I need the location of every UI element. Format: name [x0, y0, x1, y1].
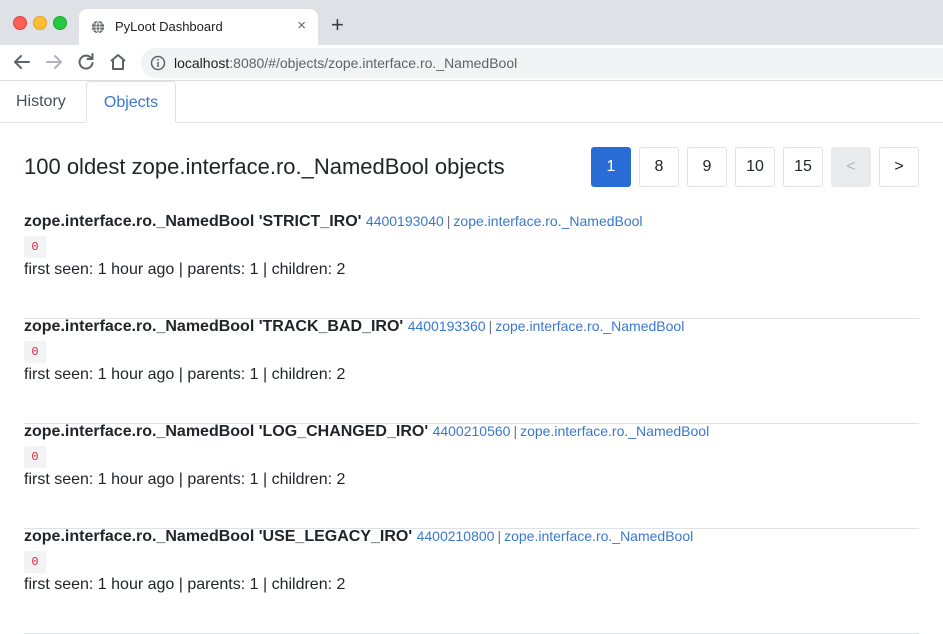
reload-icon[interactable] [75, 51, 97, 73]
window-zoom-button[interactable] [53, 16, 67, 30]
browser-tabstrip: PyLoot Dashboard × + [0, 0, 943, 46]
object-name: zope.interface.ro._NamedBool 'USE_LEGACY… [24, 528, 413, 545]
object-meta: first seen: 1 hour ago | parents: 1 | ch… [24, 366, 346, 383]
page-button-1[interactable]: 1 [591, 147, 631, 187]
page-button-10[interactable]: 10 [735, 147, 775, 187]
page-button-8[interactable]: 8 [639, 147, 679, 187]
close-tab-icon[interactable]: × [297, 18, 306, 34]
object-list-item: zope.interface.ro._NamedBool 'TRACK_BAD_… [24, 318, 919, 424]
object-name: zope.interface.ro._NamedBool 'TRACK_BAD_… [24, 318, 404, 335]
status-badge: 0 [24, 236, 46, 258]
back-arrow-icon[interactable] [11, 51, 33, 73]
object-header: zope.interface.ro._NamedBool 'TRACK_BAD_… [24, 318, 684, 336]
url-text[interactable]: localhost:8080/#/objects/zope.interface.… [174, 55, 517, 71]
forward-arrow-icon[interactable] [43, 51, 65, 73]
page-button-9[interactable]: 9 [687, 147, 727, 187]
url-host: localhost [174, 55, 230, 71]
window-close-button[interactable] [13, 16, 27, 30]
object-name: zope.interface.ro._NamedBool 'STRICT_IRO… [24, 213, 362, 230]
separator: | [497, 528, 502, 544]
previous-page-button[interactable]: < [831, 147, 871, 187]
object-type-link[interactable]: zope.interface.ro._NamedBool [495, 318, 684, 334]
home-icon[interactable] [107, 51, 129, 73]
object-meta: first seen: 1 hour ago | parents: 1 | ch… [24, 261, 346, 278]
object-header: zope.interface.ro._NamedBool 'USE_LEGACY… [24, 528, 693, 546]
app-tab-bar: History Objects [0, 81, 943, 123]
object-id-link[interactable]: 4400210800 [417, 528, 495, 544]
status-badge: 0 [24, 341, 46, 363]
separator: | [488, 318, 493, 334]
object-list-item: zope.interface.ro._NamedBool 'USE_LEGACY… [24, 528, 919, 634]
globe-icon [91, 20, 105, 34]
object-type-link[interactable]: zope.interface.ro._NamedBool [453, 213, 642, 229]
object-meta: first seen: 1 hour ago | parents: 1 | ch… [24, 576, 346, 593]
browser-toolbar: localhost:8080/#/objects/zope.interface.… [0, 45, 943, 81]
info-icon[interactable] [150, 55, 166, 71]
url-path: :8080/#/objects/zope.interface.ro._Named… [229, 55, 518, 71]
status-badge: 0 [24, 446, 46, 468]
status-badge: 0 [24, 551, 46, 573]
page-button-15[interactable]: 15 [783, 147, 823, 187]
object-list-item: zope.interface.ro._NamedBool 'LOG_CHANGE… [24, 423, 919, 529]
object-meta: first seen: 1 hour ago | parents: 1 | ch… [24, 471, 346, 488]
separator: | [446, 213, 451, 229]
address-bar[interactable]: localhost:8080/#/objects/zope.interface.… [141, 48, 943, 78]
tab-history[interactable]: History [0, 81, 82, 122]
browser-tab[interactable]: PyLoot Dashboard × [79, 9, 318, 45]
object-id-link[interactable]: 4400193360 [408, 318, 486, 334]
browser-tab-title: PyLoot Dashboard [115, 19, 223, 34]
object-list-item: zope.interface.ro._NamedBool 'STRICT_IRO… [24, 213, 919, 319]
window-minimize-button[interactable] [33, 16, 47, 30]
tab-objects[interactable]: Objects [86, 81, 176, 123]
separator: | [513, 423, 518, 439]
page-title: 100 oldest zope.interface.ro._NamedBool … [24, 154, 505, 179]
object-header: zope.interface.ro._NamedBool 'LOG_CHANGE… [24, 423, 709, 441]
next-page-button[interactable]: > [879, 147, 919, 187]
object-id-link[interactable]: 4400193040 [366, 213, 444, 229]
object-id-link[interactable]: 4400210560 [433, 423, 511, 439]
new-tab-button[interactable]: + [331, 14, 344, 36]
object-type-link[interactable]: zope.interface.ro._NamedBool [520, 423, 709, 439]
object-header: zope.interface.ro._NamedBool 'STRICT_IRO… [24, 213, 643, 231]
object-type-link[interactable]: zope.interface.ro._NamedBool [504, 528, 693, 544]
object-name: zope.interface.ro._NamedBool 'LOG_CHANGE… [24, 423, 429, 440]
